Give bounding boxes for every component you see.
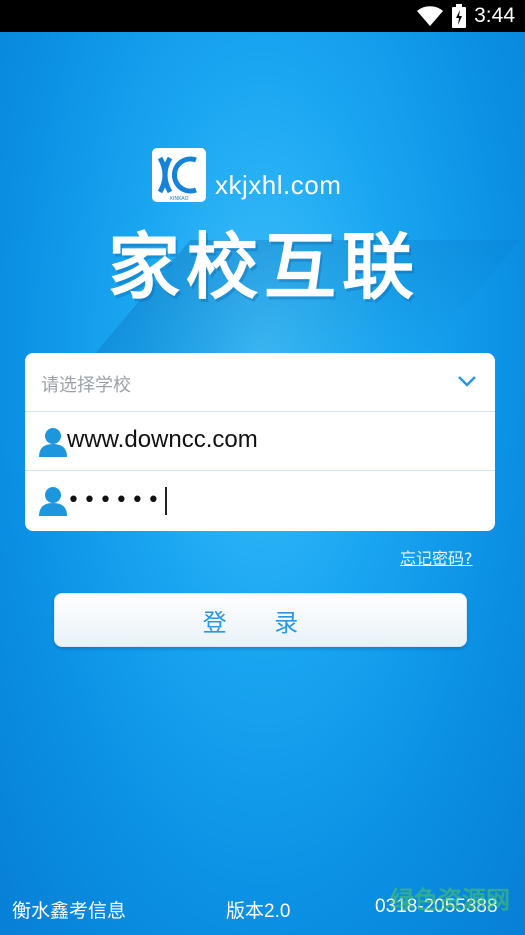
- footer-company: 衡水鑫考信息: [12, 900, 127, 922]
- text-caret: [164, 487, 167, 515]
- chevron-down-icon[interactable]: [457, 375, 477, 387]
- logo-url: xkjxhl.com: [215, 170, 342, 200]
- username-input[interactable]: www.downcc.com: [67, 426, 258, 454]
- status-time: 3:44: [474, 4, 515, 27]
- school-select-placeholder: 请选择学校: [41, 375, 131, 396]
- user-icon: [39, 487, 67, 516]
- login-form: 请选择学校 www.downcc.com ••••••: [25, 353, 495, 531]
- username-field[interactable]: www.downcc.com: [25, 412, 495, 471]
- wifi-icon: [417, 6, 444, 26]
- battery-icon: [452, 4, 467, 28]
- logo: XINKAO xkjxhl.com 家校互联: [0, 140, 525, 360]
- footer-version: 版本2.0: [226, 901, 291, 922]
- forgot-password-link[interactable]: 忘记密码?: [400, 545, 473, 569]
- password-field[interactable]: ••••••: [25, 471, 495, 530]
- school-select[interactable]: 请选择学校: [25, 353, 495, 412]
- svg-text:XINKAO: XINKAO: [169, 196, 188, 202]
- app-title: 家校互联: [108, 225, 421, 309]
- status-bar: 3:44: [0, 0, 525, 32]
- password-input[interactable]: ••••••: [67, 487, 167, 515]
- user-icon: [39, 428, 67, 457]
- logo-mark-icon: XINKAO: [152, 148, 206, 202]
- watermark: 绿色资源网: [390, 886, 510, 914]
- login-button[interactable]: 登 录: [54, 593, 467, 647]
